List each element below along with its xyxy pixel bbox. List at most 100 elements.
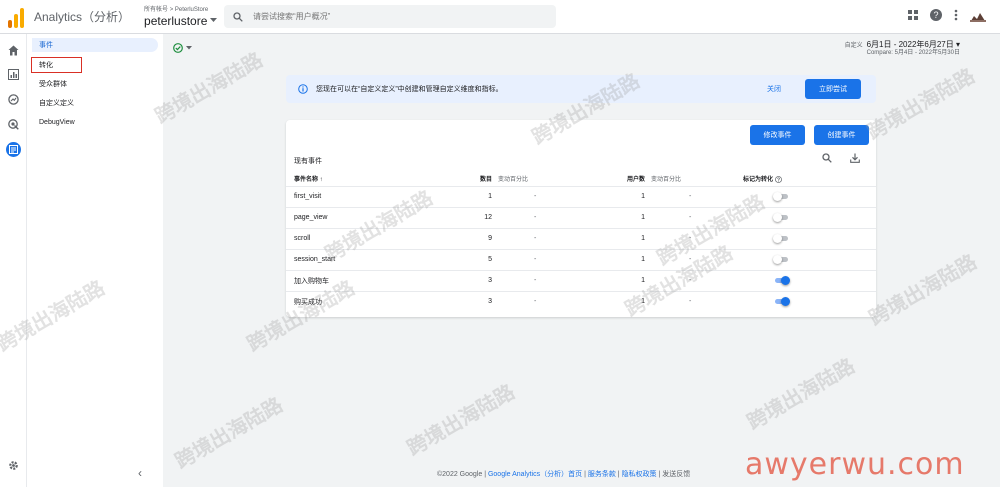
col-count[interactable]: 数目 [442, 172, 492, 186]
watermark-text: 跨境出海陆路 [862, 63, 979, 145]
event-count-change-cell: - [492, 206, 618, 228]
reports-icon[interactable] [6, 67, 21, 82]
modify-event-button[interactable]: 修改事件 [750, 125, 805, 145]
event-users-change-cell: - [645, 206, 743, 228]
footer-link-privacy[interactable]: 隐私权政策 [622, 471, 657, 478]
banner-close-button[interactable]: 关闭 [767, 84, 781, 94]
event-users-cell: 1 [618, 248, 645, 270]
event-name-cell: scroll [286, 227, 442, 249]
subnav-item-label: 受众群体 [39, 81, 67, 88]
event-conversion-cell [743, 227, 876, 249]
home-icon[interactable] [6, 43, 21, 58]
subnav-item-audiences[interactable]: 受众群体 [32, 77, 67, 91]
search-icon [233, 11, 243, 22]
conversion-toggle[interactable] [773, 192, 790, 201]
create-event-button[interactable]: 创建事件 [814, 125, 869, 145]
event-users-change-cell: - [645, 248, 743, 270]
col-users[interactable]: 用户数 [618, 172, 645, 186]
date-range-label: 自定义 [844, 43, 863, 49]
event-count-change-cell: - [492, 269, 618, 291]
property-selector[interactable]: peterlustore [144, 13, 218, 28]
dropdown-arrow-icon: ▾ [955, 40, 960, 49]
event-users-change-cell: - [645, 290, 743, 312]
conversion-toggle[interactable] [773, 276, 790, 285]
apps-grid-icon[interactable] [908, 10, 918, 20]
table-row[interactable]: 加入购物车 3-1- [286, 269, 876, 291]
more-vert-icon[interactable] [954, 9, 958, 21]
help-icon[interactable]: ? [930, 9, 942, 21]
col-count-change: 变动百分比 [498, 177, 529, 184]
help-icon[interactable]: ? [774, 176, 782, 184]
event-name-cell: session_start [286, 248, 442, 270]
account-picker[interactable]: 所有帐号 > PeterluStore peterlustore [144, 6, 218, 28]
conversion-toggle[interactable] [773, 255, 790, 264]
search-input[interactable] [253, 12, 533, 21]
svg-text:?: ? [933, 10, 938, 20]
col-event-name[interactable]: 事件名称 ↑ [286, 172, 442, 186]
account-breadcrumb: 所有帐号 > PeterluStore [144, 6, 209, 13]
search-icon[interactable] [822, 153, 832, 163]
banner-try-now-button[interactable]: 立即尝试 [805, 79, 861, 99]
check-circle-icon [173, 43, 183, 53]
event-count-cell: 1 [442, 185, 492, 207]
admin-gear-icon[interactable] [8, 458, 19, 476]
event-count-change-cell: - [492, 227, 618, 249]
footer: ©2022 Google | Google Analytics（分析）首页 | … [437, 471, 691, 478]
left-nav-rail [0, 34, 27, 487]
info-banner: 您现在可以在“自定义定义”中创建和管理自定义维度和指标。 关闭 立即尝试 [286, 75, 876, 103]
watermark-text: 跨境出海陆路 [864, 249, 981, 331]
table-row[interactable]: first_visit 1-1- [286, 185, 876, 207]
dropdown-arrow-icon [210, 18, 218, 22]
search-bar[interactable] [224, 5, 556, 28]
analytics-logo-icon[interactable] [8, 6, 28, 28]
event-users-change-cell: - [645, 269, 743, 291]
watermark-text: 跨境出海陆路 [170, 392, 287, 474]
col-users-change: 变动百分比 [651, 177, 682, 184]
table-row[interactable]: scroll 9-1- [286, 227, 876, 249]
event-count-cell: 12 [442, 206, 492, 228]
event-count-change-cell: - [492, 248, 618, 270]
download-icon[interactable] [850, 153, 860, 163]
brand-watermark: awyerwu.com [745, 447, 965, 482]
subnav-item-events[interactable]: 事件 [32, 38, 158, 52]
table-row[interactable]: 购买成功 3-1- [286, 290, 876, 312]
data-status-chip[interactable] [173, 43, 192, 53]
event-name-cell: first_visit [286, 185, 442, 207]
event-count-cell: 3 [442, 290, 492, 312]
subnav-item-debugview[interactable]: DebugView [32, 115, 75, 129]
event-count-cell: 3 [442, 269, 492, 291]
existing-events-card: 修改事件 创建事件 现有事件 事件名称 ↑ 数目 变动百分比 用户数 变动百分比… [286, 120, 876, 317]
subnav-item-custom-definitions[interactable]: 自定义定义 [32, 96, 74, 110]
event-conversion-cell [743, 206, 876, 228]
footer-link-terms[interactable]: 服务条款 [588, 471, 616, 478]
event-users-cell: 1 [618, 269, 645, 291]
col-mark-conversion: 标记为转化 ? [743, 176, 782, 184]
event-users-change-cell: - [645, 185, 743, 207]
footer-link-home[interactable]: Google Analytics（分析）首页 [488, 471, 582, 478]
event-conversion-cell [743, 290, 876, 312]
event-count-cell: 9 [442, 227, 492, 249]
advertising-icon[interactable] [6, 117, 21, 132]
events-table: 事件名称 ↑ 数目 变动百分比 用户数 变动百分比 标记为转化 ? first_… [286, 172, 876, 312]
event-conversion-cell [743, 185, 876, 207]
account-avatar-icon[interactable] [970, 8, 986, 22]
footer-feedback-link[interactable]: 发送反馈 [662, 471, 690, 478]
event-name-cell: page_view [286, 206, 442, 228]
event-count-change-cell: - [492, 185, 618, 207]
subnav-item-label: 转化 [39, 62, 53, 69]
event-users-cell: 1 [618, 185, 645, 207]
date-range-compare: Compare: 5月4日 - 2022年5月30日 [866, 50, 960, 57]
collapse-nav-chevron-icon[interactable]: ‹ [138, 466, 142, 480]
subnav-item-conversions[interactable]: 转化 [31, 57, 82, 73]
conversion-toggle[interactable] [773, 234, 790, 243]
table-row[interactable]: session_start 5-1- [286, 248, 876, 270]
property-name: peterlustore [144, 13, 208, 28]
date-range-picker[interactable]: 自定义 6月1日 - 2022年6月27日 ▾ Compare: 5月4日 - 2… [845, 40, 960, 57]
conversion-toggle[interactable] [773, 213, 790, 222]
table-row[interactable]: page_view 12-1- [286, 206, 876, 228]
conversion-toggle[interactable] [773, 297, 790, 307]
top-app-bar: Analytics（分析） 所有帐号 > PeterluStore peterl… [0, 0, 1000, 34]
configure-icon[interactable] [6, 142, 21, 157]
footer-copyright: ©2022 Google [437, 471, 483, 478]
explore-icon[interactable] [6, 92, 21, 107]
